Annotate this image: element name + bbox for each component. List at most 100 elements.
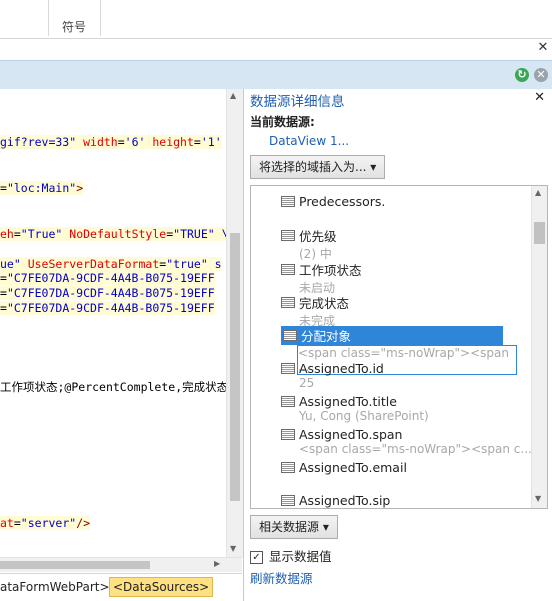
- tree-field-node[interactable]: 工作项状态 未启动: [281, 260, 362, 296]
- field-value: <span class="ms-noWrap"><span c...: [299, 442, 532, 456]
- current-data-source-label: 当前数据源:: [250, 115, 315, 129]
- show-data-values-option[interactable]: ✓ 显示数据值: [250, 546, 332, 565]
- tree-field-header: AssignedTo.email: [281, 460, 407, 475]
- code-token: '1': [200, 135, 222, 149]
- tree-field-node[interactable]: 完成状态 未完成: [281, 293, 349, 329]
- tree-field-node[interactable]: Predecessors.: [281, 194, 385, 209]
- code-token: =: [0, 301, 7, 315]
- refresh-icon[interactable]: ↻: [515, 68, 529, 82]
- tree-field-node[interactable]: AssignedTo.id 25: [281, 361, 384, 390]
- close-icon[interactable]: ✕: [534, 90, 545, 105]
- field-name: AssignedTo.title: [299, 394, 397, 409]
- breadcrumb-item-current[interactable]: <DataSources>: [109, 577, 214, 597]
- ribbon-separator: [48, 0, 49, 36]
- ribbon-separator: [100, 0, 101, 36]
- tree-field-header: 分配对象: [281, 326, 503, 345]
- editor-vertical-scrollbar[interactable]: ▲ ▼: [226, 89, 243, 557]
- code-line[interactable]: ue" UseServerDataFormat="true" s: [0, 257, 222, 271]
- code-token: >: [76, 181, 84, 195]
- code-token: "server": [20, 516, 77, 530]
- scroll-up-icon[interactable]: ▲: [535, 188, 541, 197]
- code-token: "True": [20, 227, 70, 241]
- tree-field-node[interactable]: AssignedTo.sip: [281, 493, 390, 508]
- code-token: NoDefaultStyle: [69, 227, 167, 241]
- code-token: "true" s: [166, 257, 222, 271]
- tree-field-node[interactable]: AssignedTo.title Yu, Cong (SharePoint): [281, 394, 429, 423]
- current-data-source-link[interactable]: DataView 1...: [269, 134, 349, 148]
- code-token: =: [0, 181, 7, 195]
- tree-field-node[interactable]: AssignedTo.span <span class="ms-noWrap"><…: [281, 427, 532, 456]
- refresh-data-source-link[interactable]: 刷新数据源: [250, 568, 313, 587]
- code-line[interactable]: at="server"/>: [0, 516, 91, 530]
- field-icon: [281, 495, 295, 506]
- field-name: AssignedTo.id: [299, 361, 384, 376]
- code-line[interactable]: ="C7FE07DA-9CDF-4A4B-B075-19EFF: [0, 301, 215, 315]
- field-name: 工作项状态: [299, 263, 362, 278]
- code-token: ue": [0, 257, 28, 271]
- field-icon: [281, 297, 295, 308]
- field-icon: [281, 396, 295, 407]
- scroll-thumb[interactable]: [0, 561, 150, 569]
- field-name: 分配对象: [301, 329, 352, 344]
- tree-field-header: AssignedTo.title: [281, 394, 397, 409]
- code-token: gif?rev=33": [0, 135, 84, 149]
- field-name: 完成状态: [299, 296, 350, 311]
- code-line[interactable]: eh="True" NoDefaultStyle="TRUE" \: [0, 227, 229, 241]
- code-token: />: [76, 516, 91, 530]
- field-value: 25: [299, 376, 315, 390]
- code-token: UseServerDataFormat: [27, 257, 160, 271]
- scroll-down-icon[interactable]: ▼: [230, 544, 236, 553]
- field-icon: [281, 230, 295, 241]
- code-token: "C7FE07DA-9CDF-4A4B-B075-19EFF: [6, 301, 215, 315]
- code-line[interactable]: ="C7FE07DA-9CDF-4A4B-B075-19EFF: [0, 286, 215, 300]
- scroll-up-icon[interactable]: ▲: [230, 91, 236, 100]
- show-data-values-label: 显示数据值: [269, 549, 332, 564]
- related-data-sources-button[interactable]: 相关数据源 ▾: [250, 515, 338, 539]
- editor-horizontal-scrollbar[interactable]: ▶: [0, 557, 242, 572]
- scroll-thumb[interactable]: [534, 222, 545, 244]
- code-line[interactable]: ="C7FE07DA-9CDF-4A4B-B075-19EFF: [0, 271, 215, 285]
- data-field-tree[interactable]: Predecessors. 优先级 (2) 中工作项状态 未启动 完成状态 未完成 分配对象…: [250, 185, 548, 509]
- code-token: height: [152, 135, 194, 149]
- field-icon: [281, 264, 295, 275]
- code-token: =: [117, 135, 125, 149]
- close-icon[interactable]: ✕: [536, 40, 550, 56]
- document-tab-strip: ↻ ✕: [0, 60, 552, 90]
- tree-field-header: AssignedTo.id: [281, 361, 384, 376]
- field-name: AssignedTo.sip: [299, 493, 391, 508]
- panel-title: 数据源详细信息: [250, 94, 345, 110]
- code-line[interactable]: 工作项状态;@PercentComplete,完成状态: [0, 379, 228, 395]
- code-editor[interactable]: gif?rev=33" width='6' height='1' ="loc:Ma…: [0, 89, 242, 557]
- code-token: eh: [0, 227, 14, 241]
- code-line[interactable]: gif?rev=33" width='6' height='1': [0, 135, 222, 149]
- ribbon-group-label: 符号: [62, 20, 87, 34]
- tree-vertical-scrollbar[interactable]: ▲ ▼: [531, 186, 547, 508]
- breadcrumb-item[interactable]: ataFormWebPart>: [0, 580, 110, 594]
- code-token: width: [83, 135, 118, 149]
- field-icon: [281, 196, 295, 207]
- field-icon: [283, 330, 297, 341]
- scroll-right-icon[interactable]: ▶: [214, 559, 220, 568]
- code-token: "C7FE07DA-9CDF-4A4B-B075-19EFF: [6, 286, 215, 300]
- scroll-thumb[interactable]: [230, 233, 240, 501]
- field-value: Yu, Cong (SharePoint): [299, 409, 429, 423]
- show-data-values-checkbox[interactable]: ✓: [250, 551, 263, 564]
- code-token: '6': [124, 135, 153, 149]
- tree-field-node[interactable]: 优先级 (2) 中: [281, 226, 337, 262]
- insert-field-as-button[interactable]: 将选择的域插入为... ▾: [250, 155, 386, 179]
- tree-field-header: AssignedTo.sip: [281, 493, 391, 508]
- tree-field-header: AssignedTo.span: [281, 427, 402, 442]
- code-token: =: [193, 135, 201, 149]
- field-name: 优先级: [299, 229, 337, 244]
- tree-field-header: 工作项状态: [281, 262, 362, 278]
- scroll-down-icon[interactable]: ▼: [535, 494, 541, 503]
- code-token: 工作项状态;@PercentComplete,完成状态: [0, 380, 229, 394]
- close-icon[interactable]: ✕: [534, 68, 548, 82]
- field-name: AssignedTo.email: [299, 460, 407, 475]
- tag-breadcrumb: ataFormWebPart> <DataSources>: [0, 573, 242, 600]
- data-source-details-panel: 数据源详细信息 ✕ 当前数据源: DataView 1... 将选择的域插入为.…: [243, 89, 552, 601]
- tree-field-node[interactable]: AssignedTo.email: [281, 460, 407, 475]
- tree-field-header: 优先级: [281, 228, 337, 244]
- code-line[interactable]: ="loc:Main">: [0, 181, 84, 195]
- code-token: "TRUE" \: [173, 227, 229, 241]
